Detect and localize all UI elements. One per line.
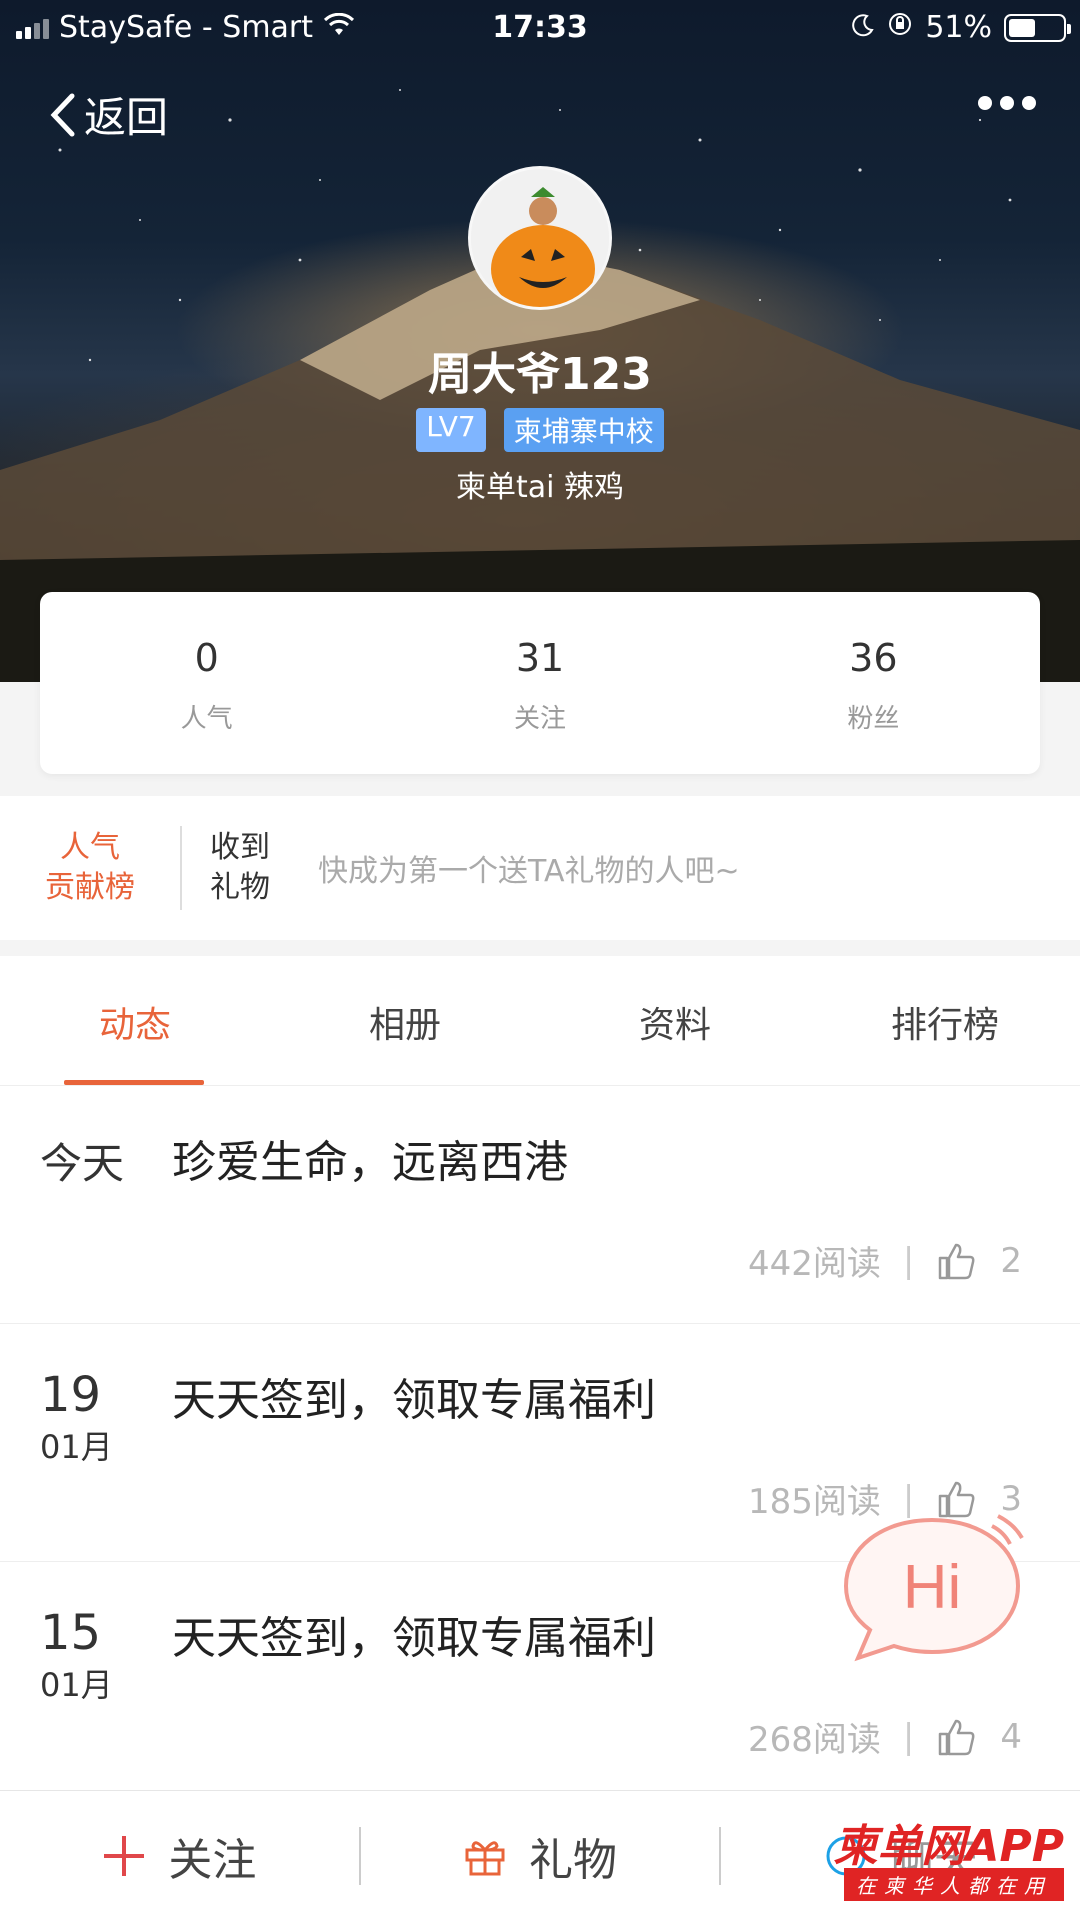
- post-date-month: 01月: [40, 1428, 113, 1466]
- stat-label: 关注: [513, 704, 566, 734]
- post-date-today: 今天: [40, 1139, 125, 1188]
- back-button[interactable]: 返回: [48, 84, 168, 145]
- post-list: 今天 珍爱生命，远离西港 442阅读 | 2 19 01月 天天签到，领取专属福…: [0, 1086, 1080, 1800]
- stat-label: 人气: [180, 704, 233, 734]
- stat-following[interactable]: 31 关注: [373, 592, 706, 774]
- post-meta: 442阅读 | 2: [748, 1236, 1022, 1285]
- received-line2: 礼物: [210, 870, 270, 905]
- follow-button[interactable]: 关注: [0, 1824, 359, 1888]
- stats-card: 0 人气 31 关注 36 粉丝: [40, 592, 1040, 774]
- gift-icon: [465, 1840, 505, 1875]
- pumpkin-costume-avatar-image: [471, 169, 609, 307]
- more-dot-icon: [1022, 96, 1036, 110]
- stat-label: 粉丝: [847, 704, 900, 734]
- status-bar: StaySafe - Smart 17:33 51%: [0, 0, 1080, 54]
- user-signature: 柬单tai 辣鸡: [455, 470, 625, 505]
- tab-profile-info[interactable]: 资料: [540, 956, 810, 1085]
- stat-value: 36: [849, 636, 898, 680]
- meta-separator: |: [902, 1716, 915, 1757]
- gift-button[interactable]: 礼物: [361, 1824, 720, 1888]
- received-gifts-label: 收到 礼物: [182, 828, 298, 908]
- rotation-lock-icon: [887, 10, 913, 45]
- gift-row: 人气 贡献榜 收到 礼物 快成为第一个送TA礼物的人吧~: [0, 796, 1080, 940]
- post-reads: 442阅读: [747, 1244, 881, 1284]
- gift-label: 礼物: [529, 1834, 617, 1886]
- post-meta: 268阅读 | 4: [748, 1712, 1022, 1761]
- hi-greeting-button[interactable]: Hi: [832, 1508, 1032, 1668]
- more-options-button[interactable]: [978, 96, 1036, 110]
- chevron-left-icon: [50, 93, 75, 136]
- rank-line2: 贡献榜: [45, 870, 135, 905]
- thumbs-up-icon[interactable]: [936, 1716, 978, 1758]
- username: 周大爷123: [428, 349, 652, 400]
- tab-activity[interactable]: 动态: [0, 956, 270, 1085]
- stat-value: 31: [515, 636, 565, 680]
- hi-label: Hi: [903, 1553, 962, 1622]
- more-dot-icon: [1000, 96, 1014, 110]
- post-title[interactable]: 天天签到，领取专属福利: [172, 1364, 656, 1428]
- post-date: 今天: [40, 1130, 124, 1191]
- received-line1: 收到: [210, 830, 270, 865]
- post-date-day: 15: [40, 1605, 102, 1661]
- tab-album[interactable]: 相册: [270, 956, 540, 1085]
- stat-value: 0: [194, 636, 219, 680]
- post-likes: 2: [1000, 1240, 1022, 1281]
- more-dot-icon: [978, 96, 992, 110]
- post-title[interactable]: 珍爱生命，远离西港: [172, 1126, 568, 1190]
- battery-icon: [1004, 13, 1071, 42]
- tab-leaderboard[interactable]: 排行榜: [810, 956, 1080, 1085]
- follow-label: 关注: [168, 1834, 257, 1886]
- contribution-rank-link[interactable]: 人气 贡献榜: [0, 828, 180, 908]
- meta-separator: |: [902, 1240, 915, 1281]
- speech-bubble-icon: Hi: [843, 1514, 1024, 1662]
- profile-tabs: 动态 相册 资料 排行榜: [0, 956, 1080, 1086]
- profile-header: StaySafe - Smart 17:33 51% 返回 周大爷123 LV7…: [0, 0, 1080, 682]
- post-likes: 4: [1000, 1716, 1022, 1757]
- stat-followers[interactable]: 36 粉丝: [707, 592, 1040, 774]
- back-label: 返回: [84, 93, 169, 142]
- thumbs-up-icon[interactable]: [936, 1240, 978, 1282]
- post-title[interactable]: 天天签到，领取专属福利: [172, 1602, 656, 1666]
- level-badge: LV7: [416, 408, 486, 452]
- post-date: 19 01月: [40, 1368, 113, 1468]
- avatar[interactable]: [468, 166, 612, 310]
- stat-popularity[interactable]: 0 人气: [40, 592, 373, 774]
- post-date-month: 01月: [40, 1666, 113, 1704]
- gift-hint: 快成为第一个送TA礼物的人吧~: [318, 854, 740, 889]
- school-badge: 柬埔寨中校: [503, 408, 664, 452]
- post-reads: 268阅读: [747, 1720, 881, 1760]
- battery-percent: 51%: [925, 10, 992, 45]
- moon-icon: [851, 10, 875, 45]
- post-date: 15 01月: [40, 1606, 113, 1706]
- rank-line1: 人气: [60, 830, 120, 865]
- bottom-action-bar: 关注 礼物 聊天 柬单网APP 在柬华人都在用: [0, 1790, 1080, 1920]
- post-date-day: 19: [40, 1367, 102, 1423]
- watermark-sub: 在柬华人都在用: [844, 1868, 1064, 1901]
- list-item[interactable]: 今天 珍爱生命，远离西港 442阅读 | 2: [0, 1086, 1080, 1324]
- watermark-logo: 柬单网APP 在柬华人都在用: [812, 1810, 1072, 1906]
- plus-icon: [104, 1835, 145, 1876]
- watermark-main: 柬单网APP: [833, 1821, 1064, 1872]
